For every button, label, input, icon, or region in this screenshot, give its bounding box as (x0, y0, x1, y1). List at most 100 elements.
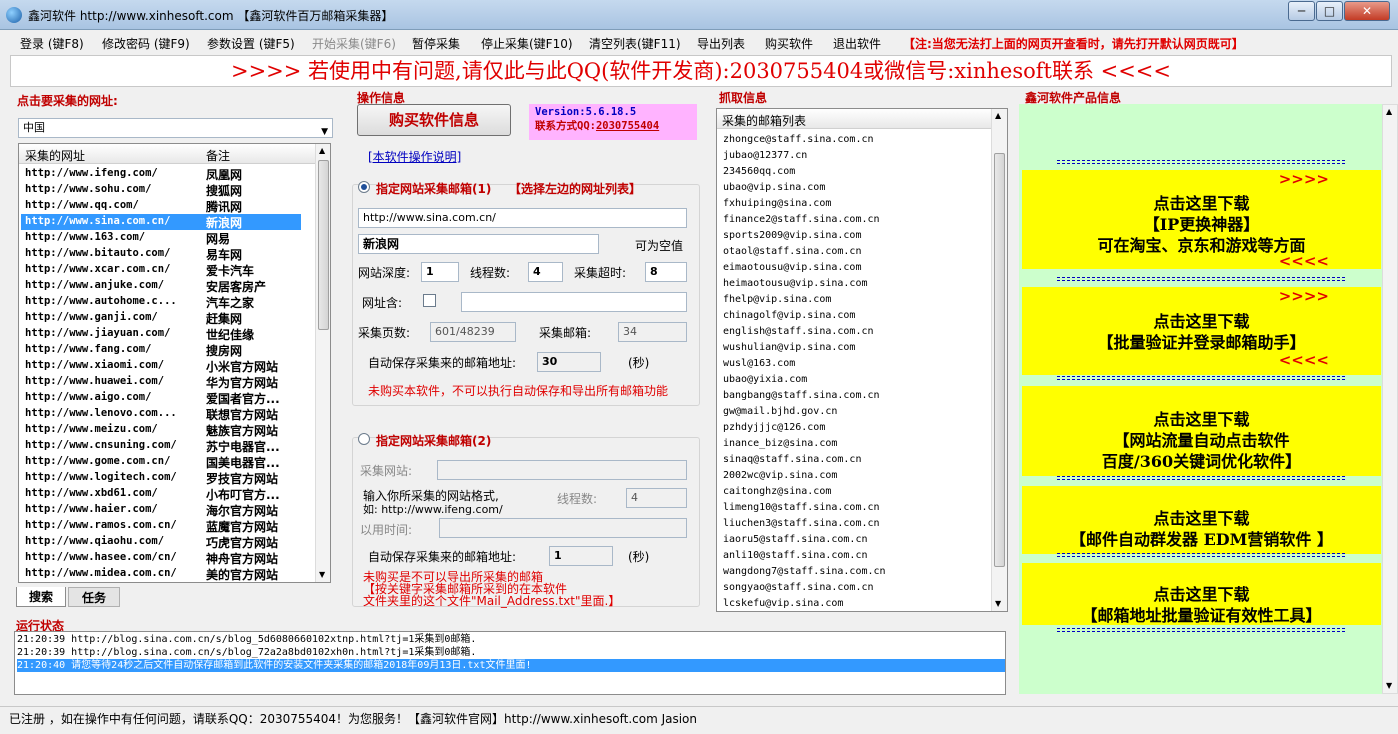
region-select[interactable]: 中国 ▼ (18, 118, 333, 138)
menu-start[interactable]: 开始采集(键F6) (312, 35, 396, 52)
url-row[interactable]: http://www.autohome.c... 汽车之家 (21, 294, 301, 310)
ad-address-validator[interactable]: 点击这里下载 【邮箱地址批量验证有效性工具】 (1022, 563, 1381, 625)
menu-exit[interactable]: 退出软件 (833, 35, 881, 52)
email-item[interactable]: otaol@staff.sina.com.cn (723, 246, 861, 257)
scroll-up-icon[interactable]: ▲ (319, 146, 325, 155)
email-item[interactable]: bangbang@staff.sina.com.cn (723, 390, 880, 401)
menu-clear[interactable]: 清空列表(键F11) (589, 35, 681, 52)
email-item[interactable]: ubao@yixia.com (723, 374, 807, 385)
scroll-up-icon[interactable]: ▲ (1386, 107, 1392, 116)
email-item[interactable]: eimaotousu@vip.sina.com (723, 262, 861, 273)
email-item[interactable]: iaoru5@staff.sina.com.cn (723, 534, 868, 545)
manual-link[interactable]: [本软件操作说明] (368, 148, 461, 165)
site-input[interactable] (437, 460, 687, 480)
autosave-input[interactable]: 30 (537, 352, 601, 372)
scroll-thumb[interactable] (994, 153, 1005, 567)
maximize-button[interactable]: □ (1316, 1, 1343, 21)
email-item[interactable]: lcskefu@vip.sina.com (723, 598, 843, 609)
scroll-down-icon[interactable]: ▼ (995, 599, 1001, 608)
menu-login[interactable]: 登录 (键F8) (20, 35, 84, 52)
url-row[interactable]: http://www.bitauto.com/易车网 (21, 246, 301, 262)
url-row[interactable]: http://www.haier.com/海尔官方网站 (21, 502, 301, 518)
menu-buy[interactable]: 购买软件 (765, 35, 813, 52)
contains-checkbox[interactable] (423, 294, 436, 307)
email-item[interactable]: 234560qq.com (723, 166, 795, 177)
menu-export[interactable]: 导出列表 (697, 35, 745, 52)
mode1-radio[interactable] (358, 181, 370, 193)
url-row[interactable]: http://www.hasee.com/cn/神舟官方网站 (21, 550, 301, 566)
url-row[interactable]: http://www.cnsuning.com/苏宁电器官... (21, 438, 301, 454)
threads2-input[interactable]: 4 (626, 488, 687, 508)
url-row[interactable]: http://www.xcar.com.cn/爱卡汽车 (21, 262, 301, 278)
autosave2-input[interactable]: 1 (549, 546, 613, 566)
email-item[interactable]: chinagolf@vip.sina.com (723, 310, 855, 321)
url-row[interactable]: http://www.qiaohu.com/巧虎官方网站 (21, 534, 301, 550)
email-item[interactable]: ubao@vip.sina.com (723, 182, 825, 193)
mode2-radio[interactable] (358, 433, 370, 445)
email-item[interactable]: liuchen3@staff.sina.com.cn (723, 518, 880, 529)
email-item[interactable]: sinaq@staff.sina.com.cn (723, 454, 861, 465)
mode2-label[interactable]: 指定网站采集邮箱(2) (376, 432, 491, 449)
email-item[interactable]: fxhuiping@sina.com (723, 198, 831, 209)
email-item[interactable]: wushulian@vip.sina.com (723, 342, 855, 353)
menu-pause[interactable]: 暂停采集 (412, 35, 460, 52)
url-row[interactable]: http://www.anjuke.com/安居客房产 (21, 278, 301, 294)
email-item[interactable]: 2002wc@vip.sina.com (723, 470, 837, 481)
url-row[interactable]: http://www.fang.com/搜房网 (21, 342, 301, 358)
menu-change-password[interactable]: 修改密码 (键F9) (102, 35, 190, 52)
url-row[interactable]: http://www.aigo.com/爱国者官方... (21, 390, 301, 406)
url-row[interactable]: http://www.ganji.com/赶集网 (21, 310, 301, 326)
email-item[interactable]: inance_biz@sina.com (723, 438, 837, 449)
email-item[interactable]: pzhdyjjjc@126.com (723, 422, 825, 433)
url-list[interactable]: 采集的网址 备注 http://www.ifeng.com/凤凰网 http://… (18, 143, 331, 583)
site-name-input[interactable]: 新浪网 (358, 234, 599, 254)
email-item[interactable]: songyao@staff.sina.com.cn (723, 582, 874, 593)
email-item[interactable]: limeng10@staff.sina.com.cn (723, 502, 880, 513)
email-item[interactable]: english@staff.sina.com.cn (723, 326, 874, 337)
menu-stop[interactable]: 停止采集(键F10) (481, 35, 573, 52)
url-row[interactable]: http://www.163.com/网易 (21, 230, 301, 246)
url-row[interactable]: http://www.sohu.com/搜狐网 (21, 182, 301, 198)
timeout-input[interactable]: 8 (645, 262, 687, 282)
depth-input[interactable]: 1 (421, 262, 459, 282)
mode1-label[interactable]: 指定网站采集邮箱(1) (376, 180, 491, 197)
email-item[interactable]: anli10@staff.sina.com.cn (723, 550, 868, 561)
email-list-scrollbar[interactable]: ▲ ▼ (991, 109, 1007, 611)
run-log[interactable]: 21:20:39 http://blog.sina.com.cn/s/blog_… (14, 631, 1006, 695)
url-row[interactable]: http://www.huawei.com/华为官方网站 (21, 374, 301, 390)
email-item[interactable]: zhongce@staff.sina.com.cn (723, 134, 874, 145)
tab-search[interactable]: 搜索 (16, 587, 66, 607)
url-row[interactable]: http://www.sina.com.cn/新浪网 (21, 214, 301, 230)
ad-ip-changer[interactable]: >>>> 点击这里下载 【IP更换神器】 可在淘宝、京东和游戏等方面 <<<< (1022, 170, 1381, 270)
email-item[interactable]: heimaotousu@vip.sina.com (723, 278, 868, 289)
ad-mail-verify-helper[interactable]: >>>> 点击这里下载 【批量验证并登录邮箱助手】 <<<< (1022, 287, 1381, 375)
log-line[interactable]: 21:20:39 http://blog.sina.com.cn/s/blog_… (17, 646, 1005, 659)
url-row[interactable]: http://www.gome.com.cn/国美电器官... (21, 454, 301, 470)
url-row[interactable]: http://www.ramos.com.cn/蓝魔官方网站 (21, 518, 301, 534)
url-row[interactable]: http://www.jiayuan.com/世纪佳缘 (21, 326, 301, 342)
email-item[interactable]: wangdong7@staff.sina.com.cn (723, 566, 886, 577)
contains-input[interactable] (461, 292, 687, 312)
url-row[interactable]: http://www.logitech.com/罗技官方网站 (21, 470, 301, 486)
url-row[interactable]: http://www.ifeng.com/凤凰网 (21, 166, 301, 182)
scroll-thumb[interactable] (318, 160, 329, 330)
email-item[interactable]: sports2009@vip.sina.com (723, 230, 861, 241)
threads-input[interactable]: 4 (528, 262, 563, 282)
email-item[interactable]: fhelp@vip.sina.com (723, 294, 831, 305)
url-row[interactable]: http://www.lenovo.com... 联想官方网站 (21, 406, 301, 422)
minimize-button[interactable]: ─ (1288, 1, 1315, 21)
url-row[interactable]: http://www.qq.com/腾讯网 (21, 198, 301, 214)
buy-info-button[interactable]: 购买软件信息 (357, 104, 511, 136)
url-list-scrollbar[interactable]: ▲ ▼ (315, 144, 330, 582)
url-row[interactable]: http://www.xbd61.com/小布叮官方... (21, 486, 301, 502)
close-button[interactable]: ✕ (1344, 1, 1390, 21)
scroll-down-icon[interactable]: ▼ (1386, 681, 1392, 690)
scroll-down-icon[interactable]: ▼ (319, 570, 325, 579)
log-line[interactable]: 21:20:39 http://blog.sina.com.cn/s/blog_… (17, 633, 1005, 646)
url-input[interactable]: http://www.sina.com.cn/ (358, 208, 687, 228)
log-line[interactable]: 21:20:40 请您等待24秒之后文件自动保存邮箱到此软件的安装文件夹采集的邮… (17, 659, 1005, 672)
contact-qq[interactable]: 2030755404 (596, 120, 659, 132)
url-row[interactable]: http://www.midea.com.cn/美的官方网站 (21, 566, 301, 582)
ad-traffic-clicker[interactable]: 点击这里下载 【网站流量自动点击软件 百度/360关键词优化软件】 (1022, 386, 1381, 476)
email-list[interactable]: 采集的邮箱列表 zhongce@staff.sina.com.cn jubao@1… (716, 108, 1008, 612)
